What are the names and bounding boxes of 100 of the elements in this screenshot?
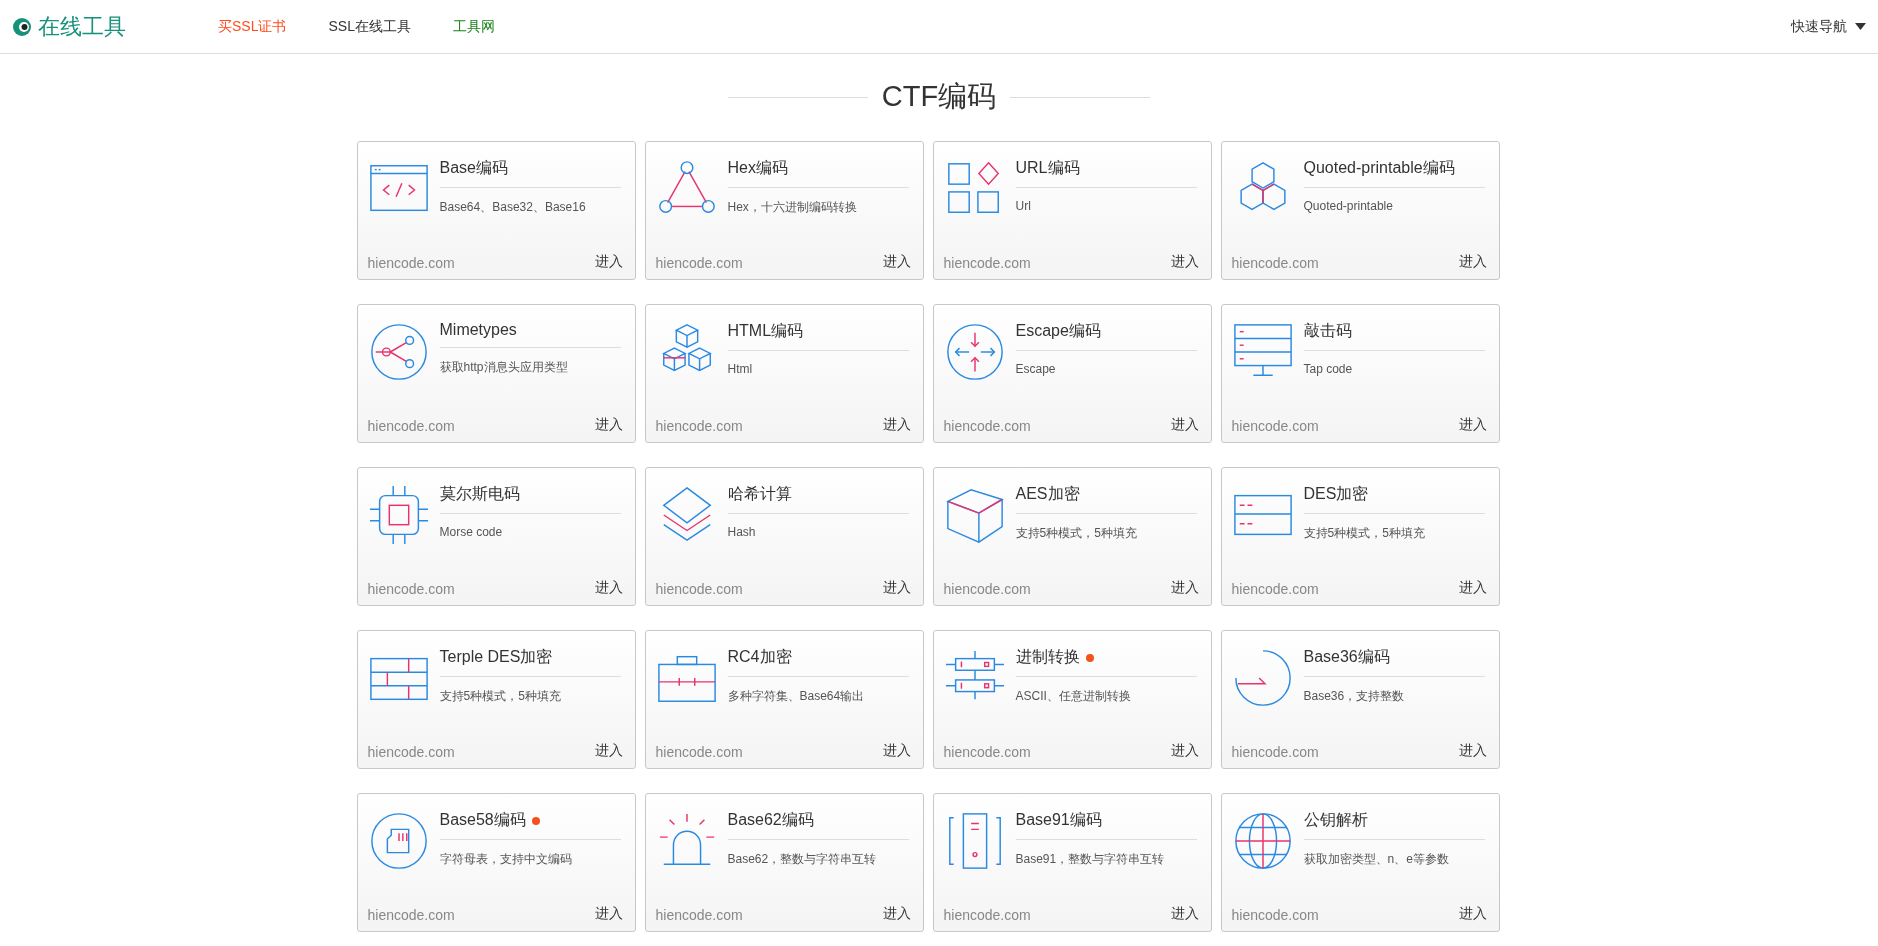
card-description: Morse code [439,525,504,539]
card-description: Base62，整数与字符串互转 [727,851,878,868]
tool-card[interactable]: Base62编码 Base62，整数与字符串互转 hiencode.com 进入 [644,793,924,932]
card-description: Base91，整数与字符串互转 [1015,851,1166,868]
site-text: hiencode.com [367,418,455,434]
enter-link[interactable]: 进入 [1170,579,1199,597]
card-title: RC4加密 [727,647,792,667]
card-title: HTML编码 [727,321,804,341]
card-description: 获取加密类型、n、e等参数 [1303,851,1450,868]
tool-card[interactable]: HTML编码 Html hiencode.com 进入 [644,304,924,443]
card-title: Escape编码 [1015,321,1101,341]
enter-link[interactable]: 进入 [882,579,911,597]
section-title: CTF编码 [881,79,997,114]
site-text: hiencode.com [367,907,455,923]
enter-link[interactable]: 进入 [1458,742,1487,760]
card-description: Html [727,362,754,376]
caret-icon[interactable] [1855,23,1866,30]
chip-icon [367,484,430,546]
enter-link[interactable]: 进入 [882,253,911,271]
site-text: hiencode.com [1231,744,1319,760]
site-text: hiencode.com [655,581,743,597]
card-title: 敲击码 [1303,321,1352,341]
card-description: Quoted-printable [1303,199,1394,213]
site-text: hiencode.com [1231,581,1319,597]
card-description: 多种字符集、Base64输出 [727,688,866,705]
site-text: hiencode.com [655,418,743,434]
site-text: hiencode.com [1231,255,1319,271]
enter-link[interactable]: 进入 [1458,579,1487,597]
logo-icon [12,16,32,37]
card-title: DES加密 [1303,484,1369,504]
tool-card[interactable]: Base58编码 字符母表，支持中文编码 hiencode.com 进入 [356,793,636,932]
enter-link[interactable]: 进入 [882,416,911,434]
card-title: Terple DES加密 [439,647,553,667]
tool-card[interactable]: URL编码 Url hiencode.com 进入 [932,141,1212,280]
site-text: hiencode.com [367,255,455,271]
card-description: 字符母表，支持中文编码 [439,851,573,868]
site-text: hiencode.com [655,744,743,760]
quick-nav-link[interactable]: 快速导航 [1791,17,1847,36]
enter-link[interactable]: 进入 [1170,416,1199,434]
tool-card[interactable]: 哈希计算 Hash hiencode.com 进入 [644,467,924,606]
enter-link[interactable]: 进入 [1458,253,1487,271]
card-description: Hex，十六进制编码转换 [727,199,858,216]
site-text: hiencode.com [367,744,455,760]
tool-card[interactable]: Base91编码 Base91，整数与字符串互转 hiencode.com 进入 [932,793,1212,932]
card-title: AES加密 [1015,484,1080,504]
site-text: hiencode.com [943,581,1031,597]
card-description: Tap code [1303,362,1354,376]
tool-card[interactable]: DES加密 支持5种模式，5种填充 hiencode.com 进入 [1220,467,1500,606]
enter-link[interactable]: 进入 [1170,742,1199,760]
enter-link[interactable]: 进入 [882,742,911,760]
tool-card[interactable]: 进制转换 ASCII、任意进制转换 hiencode.com 进入 [932,630,1212,769]
enter-link[interactable]: 进入 [1458,416,1487,434]
card-title: 莫尔斯电码 [439,484,520,504]
card-description: ASCII、任意进制转换 [1015,688,1132,705]
tool-card[interactable]: AES加密 支持5种模式，5种填充 hiencode.com 进入 [932,467,1212,606]
card-description: Base64、Base32、Base16 [439,199,587,216]
site-text: hiencode.com [655,255,743,271]
card-title: 进制转换 [1015,647,1080,667]
tool-card[interactable]: Terple DES加密 支持5种模式，5种填充 hiencode.com 进入 [356,630,636,769]
card-title: Base编码 [439,158,508,178]
card-title: Mimetypes [439,321,517,339]
card-description: Hash [727,525,757,539]
site-text: hiencode.com [943,744,1031,760]
card-description: Escape [1015,362,1057,376]
card-description: 支持5种模式，5种填充 [439,688,562,705]
enter-link[interactable]: 进入 [594,742,623,760]
card-description: Url [1015,199,1032,213]
card-title: Hex编码 [727,158,788,178]
card-title: Base36编码 [1303,647,1390,667]
card-title: Base58编码 [439,810,526,830]
enter-link[interactable]: 进入 [1170,253,1199,271]
card-title: 哈希计算 [727,484,792,504]
logo-text[interactable]: 在线工具 [38,11,126,42]
tool-card[interactable]: Base36编码 Base36，支持整数 hiencode.com 进入 [1220,630,1500,769]
card-description: Base36，支持整数 [1303,688,1406,705]
site-text: hiencode.com [1231,418,1319,434]
tool-card[interactable]: Quoted-printable编码 Quoted-printable hiencode.com 进入 [1220,141,1500,280]
site-text: hiencode.com [367,581,455,597]
card-description: 支持5种模式，5种填充 [1303,525,1426,542]
enter-link[interactable]: 进入 [1170,905,1199,923]
card-title: 公钥解析 [1303,810,1368,830]
site-text: hiencode.com [655,907,743,923]
tool-card[interactable]: Mimetypes 获取http消息头应用类型 hiencode.com 进入 [356,304,636,443]
enter-link[interactable]: 进入 [594,579,623,597]
tool-card[interactable]: 敲击码 Tap code hiencode.com 进入 [1220,304,1500,443]
tool-card[interactable]: Hex编码 Hex，十六进制编码转换 hiencode.com 进入 [644,141,924,280]
tool-card[interactable]: RC4加密 多种字符集、Base64输出 hiencode.com 进入 [644,630,924,769]
enter-link[interactable]: 进入 [594,416,623,434]
tool-card[interactable]: 莫尔斯电码 Morse code hiencode.com 进入 [356,467,636,606]
enter-link[interactable]: 进入 [882,905,911,923]
enter-link[interactable]: 进入 [1458,905,1487,923]
nav-link[interactable]: SSL在线工具 [328,17,411,36]
tool-card[interactable]: Escape编码 Escape hiencode.com 进入 [932,304,1212,443]
enter-link[interactable]: 进入 [594,253,623,271]
nav-link[interactable]: 工具网 [452,17,495,36]
card-description: 获取http消息头应用类型 [439,359,569,376]
tool-card[interactable]: 公钥解析 获取加密类型、n、e等参数 hiencode.com 进入 [1220,793,1500,932]
enter-link[interactable]: 进入 [594,905,623,923]
card-title: Base91编码 [1015,810,1102,830]
tool-card[interactable]: Base编码 Base64、Base32、Base16 hiencode.com 进入 [356,141,636,280]
